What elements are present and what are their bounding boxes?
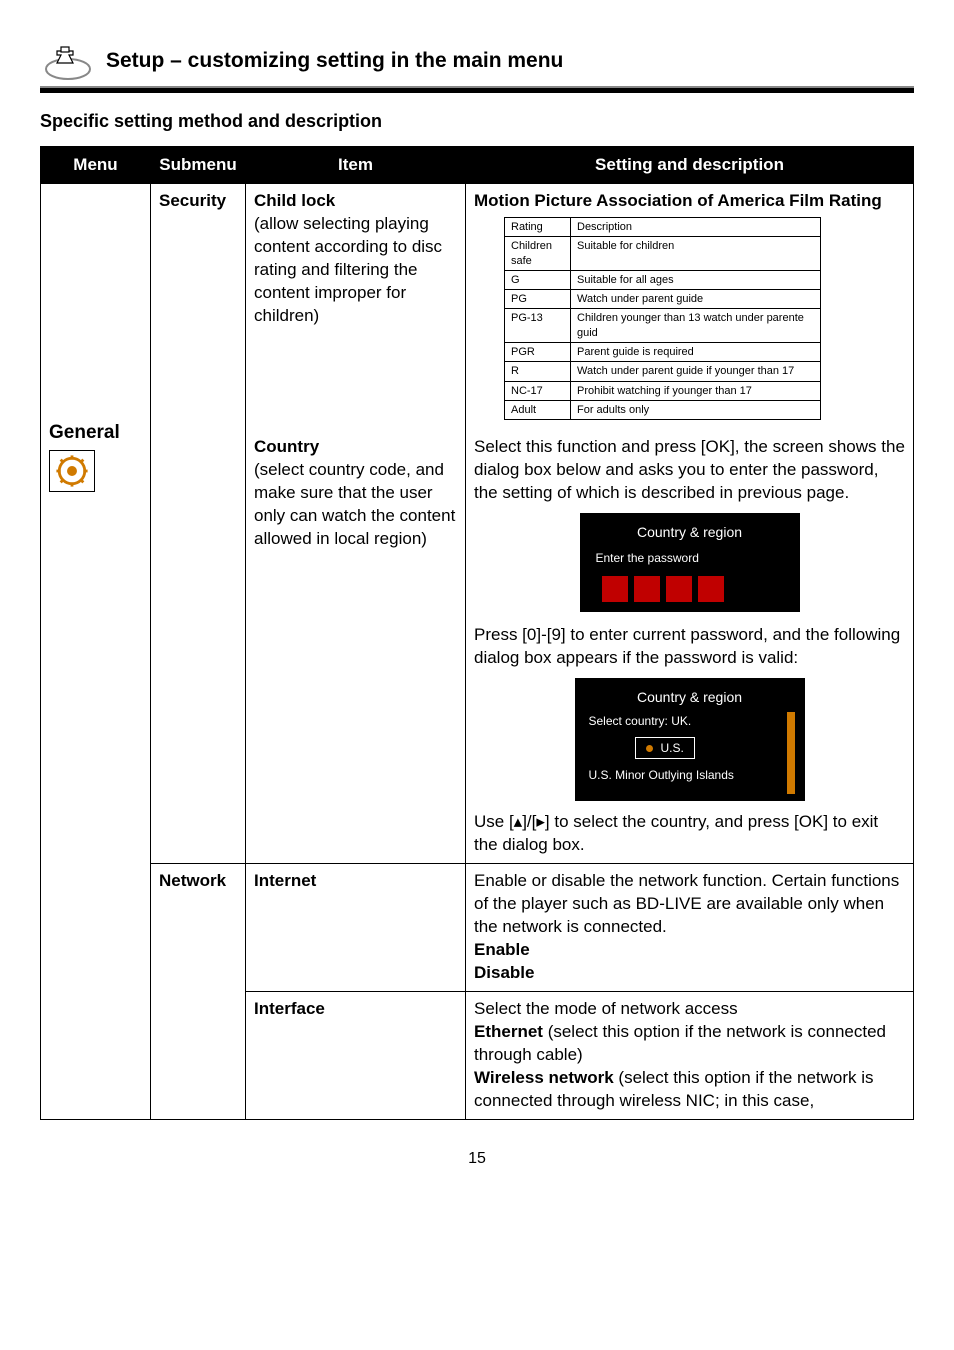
internet-enable: Enable bbox=[474, 940, 530, 959]
setting-internet: Enable or disable the network function. … bbox=[466, 864, 914, 992]
setting-interface: Select the mode of network access Ethern… bbox=[466, 991, 914, 1119]
pw-box[interactable] bbox=[634, 576, 660, 602]
rating-cell: Children younger than 13 watch under par… bbox=[571, 309, 821, 343]
interface-wifi: Wireless network bbox=[474, 1068, 614, 1087]
settings-table: Menu Submenu Item Setting and descriptio… bbox=[40, 146, 914, 1120]
submenu-network: Network bbox=[151, 864, 246, 1119]
country-desc: (select country code, and make sure that… bbox=[254, 460, 455, 548]
page-title: Setup – customizing setting in the main … bbox=[106, 49, 563, 73]
country-dialog-line1: Select country: UK. bbox=[589, 713, 791, 729]
rating-cell: Watch under parent guide bbox=[571, 290, 821, 309]
item-child-lock: Child lock (allow selecting playing cont… bbox=[246, 184, 466, 431]
menu-label-general: General bbox=[49, 420, 142, 446]
interface-ethernet: Ethernet bbox=[474, 1022, 543, 1041]
header-icon bbox=[40, 40, 96, 82]
gear-icon bbox=[49, 450, 95, 492]
rating-cell: Parent guide is required bbox=[571, 343, 821, 362]
network-label: Network bbox=[159, 871, 226, 890]
interface-line1: Select the mode of network access bbox=[474, 999, 738, 1018]
section-heading: Specific setting method and description bbox=[40, 111, 914, 132]
child-lock-title: Child lock bbox=[254, 191, 335, 210]
rating-hdr-rating: Rating bbox=[505, 217, 571, 236]
th-submenu: Submenu bbox=[151, 147, 246, 184]
item-country: Country (select country code, and make s… bbox=[246, 430, 466, 864]
rating-table: Rating Description Children safeSuitable… bbox=[504, 217, 821, 420]
password-fields bbox=[602, 576, 784, 602]
item-internet: Internet bbox=[246, 864, 466, 992]
pw-box[interactable] bbox=[698, 576, 724, 602]
rating-cell: Prohibit watching if younger than 17 bbox=[571, 381, 821, 400]
interface-title: Interface bbox=[254, 999, 325, 1018]
country-para1: Select this function and press [OK], the… bbox=[474, 436, 905, 505]
rating-cell: NC-17 bbox=[505, 381, 571, 400]
rating-cell: PGR bbox=[505, 343, 571, 362]
rating-cell: G bbox=[505, 270, 571, 289]
pw-dialog-title: Country & region bbox=[596, 523, 784, 542]
internet-title: Internet bbox=[254, 871, 316, 890]
submenu-security: Security bbox=[151, 184, 246, 864]
rating-cell: For adults only bbox=[571, 400, 821, 419]
th-menu: Menu bbox=[41, 147, 151, 184]
country-title: Country bbox=[254, 437, 319, 456]
child-lock-desc: (allow selecting playing content accordi… bbox=[254, 214, 442, 325]
rating-cell: R bbox=[505, 362, 571, 381]
country-dialog-title: Country & region bbox=[589, 688, 791, 707]
th-item: Item bbox=[246, 147, 466, 184]
page-number: 15 bbox=[40, 1150, 914, 1168]
internet-disable: Disable bbox=[474, 963, 534, 982]
rating-cell: Watch under parent guide if younger than… bbox=[571, 362, 821, 381]
rating-cell: Suitable for all ages bbox=[571, 270, 821, 289]
scrollbar[interactable] bbox=[787, 712, 795, 794]
internet-desc: Enable or disable the network function. … bbox=[474, 871, 899, 936]
th-setting: Setting and description bbox=[466, 147, 914, 184]
setting-country: Select this function and press [OK], the… bbox=[466, 430, 914, 864]
security-label: Security bbox=[159, 191, 226, 210]
country-dialog-line3: U.S. Minor Outlying Islands bbox=[589, 767, 791, 783]
setting-child-lock: Motion Picture Association of America Fi… bbox=[466, 184, 914, 431]
item-interface: Interface bbox=[246, 991, 466, 1119]
country-para2: Press [0]-[9] to enter current password,… bbox=[474, 624, 905, 670]
password-dialog: Country & region Enter the password bbox=[580, 513, 800, 612]
rating-hdr-desc: Description bbox=[571, 217, 821, 236]
rating-cell: Adult bbox=[505, 400, 571, 419]
mpaa-title: Motion Picture Association of America Fi… bbox=[474, 191, 882, 210]
pw-box[interactable] bbox=[602, 576, 628, 602]
header-underline bbox=[40, 86, 914, 93]
rating-cell: Suitable for children bbox=[571, 237, 821, 271]
page-header: Setup – customizing setting in the main … bbox=[40, 40, 914, 82]
rating-cell: PG bbox=[505, 290, 571, 309]
country-para3: Use [▴]/[▸] to select the country, and p… bbox=[474, 811, 905, 857]
country-select-dialog: Country & region Select country: UK. U.S… bbox=[575, 678, 805, 801]
rating-cell: PG-13 bbox=[505, 309, 571, 343]
pw-box[interactable] bbox=[666, 576, 692, 602]
rating-cell: Children safe bbox=[505, 237, 571, 271]
country-option-us[interactable]: U.S. bbox=[635, 737, 695, 759]
country-us-label: U.S. bbox=[661, 741, 684, 755]
menu-cell: General bbox=[41, 184, 151, 1120]
pw-dialog-sub: Enter the password bbox=[596, 550, 784, 566]
